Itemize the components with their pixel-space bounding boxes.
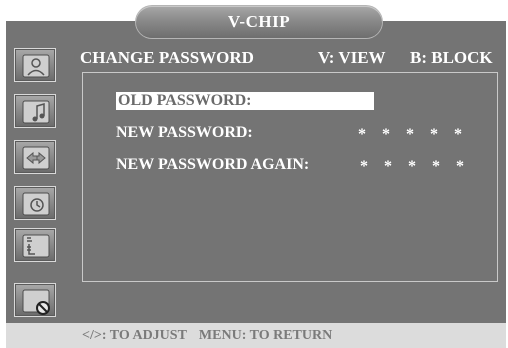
sidebar-item-audio[interactable] bbox=[14, 94, 56, 128]
new-password-again-label: NEW PASSWORD AGAIN: bbox=[116, 156, 310, 173]
return-hint: MENU: TO RETURN bbox=[198, 328, 333, 343]
menu-title-pill: V-CHIP bbox=[136, 6, 382, 38]
adjust-hint: </>: TO ADJUST bbox=[82, 328, 187, 343]
input-source-icon bbox=[22, 146, 50, 170]
picture-icon bbox=[22, 54, 50, 78]
setup-icon bbox=[22, 234, 50, 258]
page-heading: CHANGE PASSWORD bbox=[80, 48, 254, 67]
menu-title: V-CHIP bbox=[227, 12, 291, 31]
sidebar-item-timer[interactable] bbox=[14, 186, 56, 220]
audio-icon bbox=[22, 100, 50, 124]
old-password-field[interactable]: OLD PASSWORD: bbox=[116, 92, 374, 110]
new-password-again-field[interactable]: * * * * * bbox=[360, 158, 470, 176]
sidebar-item-picture[interactable] bbox=[14, 48, 56, 82]
sidebar-item-input-source[interactable] bbox=[14, 140, 56, 174]
timer-icon bbox=[22, 192, 50, 216]
sidebar-item-setup[interactable] bbox=[14, 228, 56, 262]
footer-hints: </>: TO ADJUST MENU: TO RETURN bbox=[82, 328, 332, 344]
sidebar-item-lock[interactable] bbox=[14, 283, 56, 317]
block-hint: B: BLOCK bbox=[410, 48, 493, 67]
lock-icon bbox=[22, 289, 50, 315]
osd-screen: V-CHIP CHANGE PASSWORD V: VIEW B: BLOCK … bbox=[0, 0, 508, 348]
new-password-field[interactable]: * * * * * bbox=[358, 126, 468, 144]
new-password-label: NEW PASSWORD: bbox=[116, 124, 253, 141]
view-hint: V: VIEW bbox=[318, 48, 386, 67]
